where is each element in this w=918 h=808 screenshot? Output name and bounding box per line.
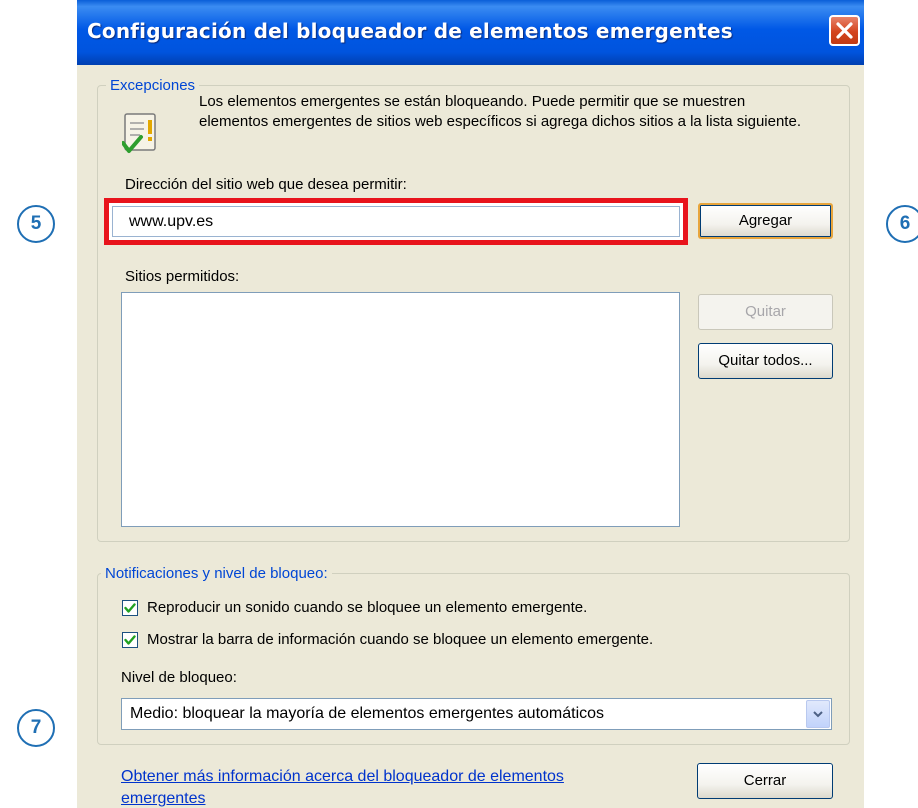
callout-7: 7 [17,709,55,747]
exceptions-legend: Excepciones [106,77,200,94]
title-bar: Configuración del bloqueador de elemento… [77,0,864,65]
callout-5: 5 [17,205,55,243]
block-level-select[interactable]: Medio: bloquear la mayoría de elementos … [121,698,832,730]
allowed-sites-list[interactable] [121,292,680,527]
learn-more-link[interactable]: Obtener más información acerca del bloqu… [121,766,581,808]
add-button[interactable]: Agregar [698,203,833,239]
dropdown-button[interactable] [806,700,830,728]
close-button[interactable] [829,15,860,46]
remove-button[interactable]: Quitar [698,294,833,330]
remove-all-button[interactable]: Quitar todos... [698,343,833,379]
info-bar-checkbox[interactable] [122,632,138,648]
checkmark-icon [124,635,136,645]
address-highlight [104,198,688,245]
close-dialog-button[interactable]: Cerrar [697,763,833,799]
dialog-title: Configuración del bloqueador de elemento… [87,19,733,43]
checkmark-icon [124,603,136,613]
address-input[interactable] [112,206,680,237]
address-label: Dirección del sitio web que desea permit… [125,176,407,193]
close-icon [836,22,853,39]
block-level-label: Nivel de bloqueo: [121,669,237,686]
allowed-sites-label: Sitios permitidos: [125,268,240,285]
chevron-down-icon [813,711,823,718]
block-level-value: Medio: bloquear la mayoría de elementos … [130,705,605,722]
callout-6: 6 [886,205,918,243]
sound-checkbox[interactable] [122,600,138,616]
info-check-icon [122,113,156,153]
popup-blocker-settings-dialog: Configuración del bloqueador de elemento… [77,0,864,808]
notifications-legend: Notificaciones y nivel de bloqueo: [101,565,332,582]
sound-option-label[interactable]: Reproducir un sonido cuando se bloquee u… [147,599,587,616]
exceptions-description: Los elementos emergentes se están bloque… [199,93,801,130]
info-bar-option-label[interactable]: Mostrar la barra de información cuando s… [147,631,653,648]
